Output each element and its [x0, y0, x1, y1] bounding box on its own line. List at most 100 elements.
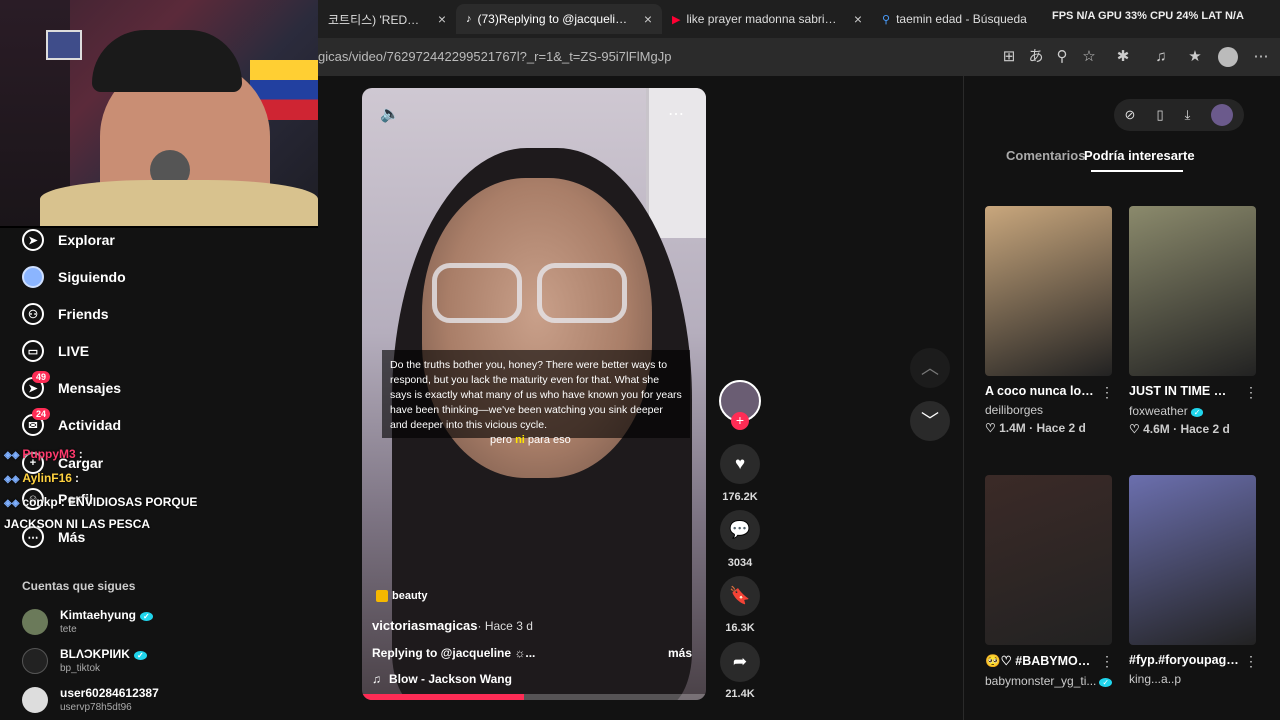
sidebar-item-live[interactable]: ▭ LIVE [22, 340, 89, 362]
card-title: 🥺♡ #BABYMONSTE... [985, 654, 1097, 668]
share-button[interactable]: ➦ [720, 642, 760, 682]
recommended-video-card[interactable]: ⋮JUST IN TIME 🌪️: Shari and Dwain... foxw… [1129, 206, 1258, 436]
split-screen-icon[interactable]: ♫ [1152, 48, 1170, 66]
save-button[interactable]: 🔖 [720, 576, 760, 616]
like-button[interactable]: ♥ [720, 444, 760, 484]
sidebar-item-label: Friends [58, 306, 109, 322]
video-thumbnail[interactable] [1129, 475, 1256, 645]
favorites-icon[interactable]: ★ [1186, 48, 1204, 66]
message-icon: ➤ 49 [22, 371, 51, 399]
chevron-up-icon: ︿ [921, 358, 939, 378]
sidebar-item-label: LIVE [58, 343, 90, 359]
close-tab-icon[interactable]: × [848, 11, 862, 27]
music-note-icon: ♫ [372, 672, 381, 686]
sidebar-item-label: Explorar [58, 232, 115, 248]
browser-tab[interactable]: ♪ (73)Replying to @jacqueline ☼ × [456, 4, 662, 34]
video-menu-icon[interactable]: ⋯ [668, 104, 684, 124]
profile-avatar[interactable] [1218, 47, 1238, 67]
author-name[interactable]: victoriasmagicas [372, 618, 478, 633]
account-handle: uservp78h5dt96 [60, 702, 132, 713]
zoom-icon[interactable]: ⚲ [1053, 48, 1071, 66]
video-thumbnail[interactable] [985, 475, 1112, 645]
favorite-star-icon[interactable]: ☆ [1080, 48, 1098, 66]
panel-divider [963, 76, 964, 720]
video-player[interactable]: 🔈 ⋯ Do the truths bother you, honey? The… [362, 88, 706, 700]
card-menu-icon[interactable]: ⋮ [1100, 653, 1114, 670]
following-icon [22, 266, 44, 288]
sidebar-item-mensajes[interactable]: ➤ 49 Mensajes [22, 371, 121, 399]
browser-tab[interactable]: ⚲ taemin edad - Búsqueda [872, 4, 1042, 34]
verified-icon: ✓ [1190, 408, 1204, 417]
card-menu-icon[interactable]: ⋮ [1244, 384, 1258, 401]
notification-badge: 49 [32, 371, 51, 383]
streamer-webcam [0, 0, 318, 228]
compass-icon[interactable]: ⊘ [1125, 107, 1136, 123]
card-stats: ♡ 1.4M · Hace 2 d [985, 421, 1086, 435]
chat-message: ◈◈ conkp: ENVIDIOSAS PORQUE JACKSON NI LA… [4, 492, 234, 534]
chat-badges-icon: ◈◈ [4, 450, 20, 461]
active-tab-underline [1091, 170, 1183, 172]
card-stats: ♡ 4.6M · Hace 2 d [1129, 422, 1230, 436]
recommended-video-card[interactable]: ⋮#fyp.#foryoupage #uktiktok #usaus... kin… [1129, 475, 1258, 686]
chat-message: ◈◈ AylinF16: [4, 468, 204, 490]
followed-account[interactable]: Kimtaehyung ✓ tete [22, 608, 153, 635]
card-author: king...a..p [1129, 672, 1182, 686]
share-count: 21.4K [725, 688, 755, 700]
sidebar-item-label: Actividad [58, 417, 122, 433]
extensions-icon[interactable]: ✱ [1114, 48, 1132, 66]
close-tab-icon[interactable]: × [638, 11, 652, 27]
user-avatar[interactable] [1211, 104, 1234, 126]
tab-recommended[interactable]: Podría interesarte [1084, 148, 1195, 163]
menu-dots-icon[interactable]: ⋯ [1252, 48, 1270, 66]
download-icon[interactable]: ⤓ [1185, 107, 1191, 123]
previous-video-button[interactable]: ︿ [910, 348, 950, 388]
chat-username: AylinF16 [22, 471, 72, 485]
card-author: deiliborges [985, 403, 1044, 417]
followed-account[interactable]: BLΛƆKPIИK ✓ bp_tiktok [22, 647, 147, 674]
video-thumbnail[interactable] [1129, 206, 1256, 376]
system-overlay: FPS N/A GPU 33% CPU 24% LAT N/A [1052, 10, 1244, 22]
card-menu-icon[interactable]: ⋮ [1244, 653, 1258, 670]
chat-username: PuppyM3 [22, 447, 76, 461]
comment-button[interactable]: 💬 [720, 510, 760, 550]
card-author: babymonster_yg_ti... ✓ [985, 674, 1113, 688]
music-line[interactable]: ♫ Blow - Jackson Wang [372, 672, 512, 686]
chat-text: : [74, 471, 79, 485]
video-thumbnail[interactable] [985, 206, 1112, 376]
sidebar-item-actividad[interactable]: ✉ 24 Actividad [22, 408, 122, 436]
sidebar-item-label: Siguiendo [58, 269, 126, 285]
browser-tab[interactable]: 코트티스) 'REDRED' O × [318, 4, 456, 34]
recommended-video-card[interactable]: ⋮A coco nunca lo dejo por fuera, él... de… [985, 206, 1114, 435]
url-field[interactable]: gicas/video/762972442299521767l?_r=1&_t=… [318, 49, 671, 64]
activity-icon: ✉ 24 [22, 408, 51, 436]
tag-chip[interactable]: beauty [376, 590, 427, 602]
browser-tab[interactable]: ▶ like prayer madonna sabrina ca × [662, 4, 872, 34]
close-tab-icon[interactable]: × [432, 11, 446, 27]
sidebar-item-siguiendo[interactable]: Siguiendo [22, 266, 126, 288]
card-author: foxweather ✓ [1129, 404, 1256, 418]
recommended-video-card[interactable]: ⋮🥺♡ #BABYMONSTE... babymonster_yg_ti...✓ [985, 475, 1114, 688]
like-count: 176.2K [722, 491, 758, 503]
translate-icon[interactable]: あ [1027, 48, 1045, 66]
progress-track[interactable] [362, 694, 706, 700]
panel-toolbar: ⊘ ▯ ⤓ [1114, 99, 1244, 131]
sidebar-item-friends[interactable]: ⚇ Friends [22, 303, 109, 325]
heart-outline-icon: ♡ [1129, 422, 1144, 436]
more-link[interactable]: más [668, 646, 692, 660]
comment-icon: 💬 [729, 520, 751, 539]
next-video-button[interactable]: ﹀ [910, 401, 950, 441]
card-title: A coco nunca lo dejo por fuera, él... [985, 384, 1097, 398]
apps-icon[interactable]: ⊞ [1000, 48, 1018, 66]
followed-account[interactable]: user60284612387 uservp78h5dt96 [22, 686, 159, 713]
sidebar-item-explorar[interactable]: ➤ Explorar [22, 229, 115, 251]
tab-label: like prayer madonna sabrina ca [686, 12, 842, 26]
phone-icon[interactable]: ▯ [1156, 107, 1163, 123]
bookmark-icon: 🔖 [729, 586, 751, 605]
card-menu-icon[interactable]: ⋮ [1100, 384, 1114, 401]
tab-comments[interactable]: Comentarios [1006, 148, 1085, 163]
comment-count: 3034 [727, 557, 753, 569]
search-icon: ⚲ [882, 13, 891, 26]
volume-icon[interactable]: 🔈 [380, 104, 400, 124]
follow-plus-icon[interactable]: + [731, 412, 749, 430]
heart-icon: ♥ [734, 454, 746, 473]
